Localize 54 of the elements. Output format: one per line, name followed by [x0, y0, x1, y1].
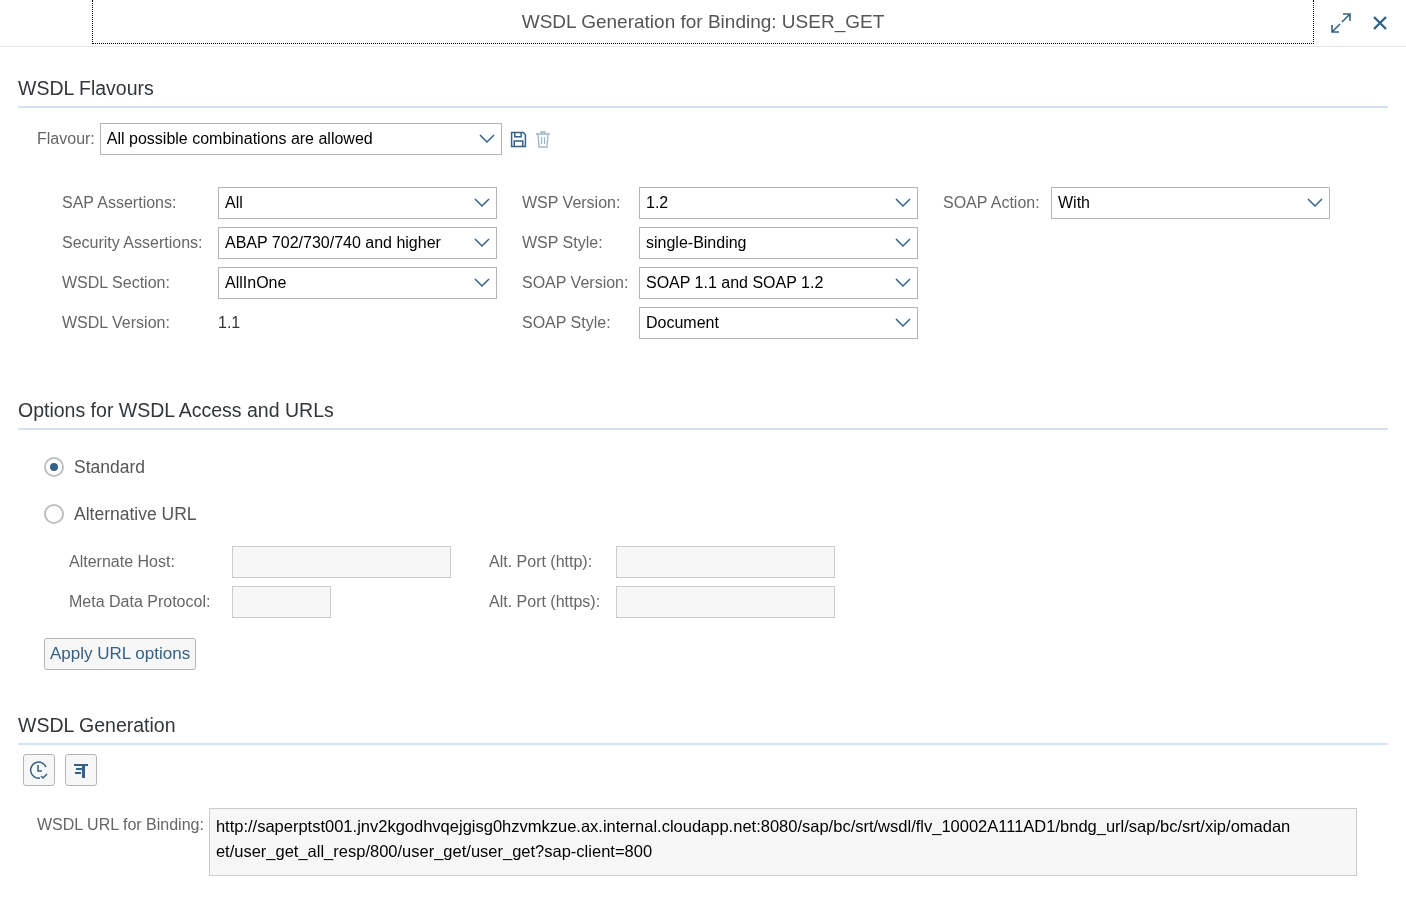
field-label: Alt. Port (https): [489, 593, 602, 611]
dropdown[interactable]: With [1051, 187, 1330, 219]
section-heading: WSDL Generation [18, 714, 177, 737]
field-label: SOAP Action: [943, 194, 1041, 212]
dropdown[interactable]: single-Binding [639, 227, 918, 259]
chevron-down-icon [474, 238, 490, 248]
maximize-icon[interactable] [1330, 12, 1352, 34]
dropdown[interactable]: 1.2 [639, 187, 918, 219]
dropdown[interactable]: SOAP 1.1 and SOAP 1.2 [639, 267, 918, 299]
radio-label[interactable]: Standard [74, 456, 146, 478]
dropdown[interactable]: All [218, 187, 497, 219]
field-value: 1.1 [218, 314, 241, 332]
chevron-down-icon [474, 278, 490, 288]
field-label: Alt. Port (http): [489, 553, 594, 571]
window-title: WSDL Generation for Binding: USER_GET [92, 0, 1314, 44]
field-label: WSP Style: [522, 234, 604, 252]
radio-button[interactable] [44, 457, 64, 477]
chevron-down-icon [895, 238, 911, 248]
radio-button[interactable] [44, 504, 64, 524]
clock-check-button[interactable] [23, 754, 55, 786]
input-field[interactable] [232, 586, 331, 618]
chevron-down-icon [1307, 198, 1323, 208]
dropdown[interactable]: AllInOne [218, 267, 497, 299]
chevron-down-icon [478, 134, 495, 144]
flavour-label: Flavour: [37, 130, 95, 148]
field-label: SAP Assertions: [62, 194, 178, 212]
tool-button[interactable] [65, 754, 97, 786]
chevron-down-icon [895, 278, 911, 288]
apply-url-options-button[interactable]: Apply URL options [44, 638, 197, 670]
section-heading: WSDL Flavours [18, 77, 155, 100]
field-label: Security Assertions: [62, 234, 204, 252]
chevron-down-icon [895, 198, 911, 208]
input-field[interactable] [232, 546, 451, 578]
section-heading: Options for WSDL Access and URLs [18, 399, 335, 422]
close-icon[interactable] [1372, 15, 1388, 31]
field-label: WSDL Section: [62, 274, 171, 292]
field-label: Meta Data Protocol: [69, 593, 212, 611]
input-field[interactable] [616, 546, 835, 578]
field-label: WSP Version: [522, 194, 622, 212]
chevron-down-icon [474, 198, 490, 208]
field-label: SOAP Version: [522, 274, 630, 292]
save-icon[interactable] [509, 130, 527, 148]
input-field[interactable] [616, 586, 835, 618]
field-label: WSDL URL for Binding: [37, 816, 204, 834]
field-label: SOAP Style: [522, 314, 612, 332]
chevron-down-icon [895, 318, 911, 328]
url-text-area[interactable]: http://saperptst001.jnv2kgodhvqejgisg0hzvmkzue.ax.internal.cloudapp.net:8080/sap/bc/srt/wsdl/flv_10002A111AD1/bndg_url/sap/bc/srt/xip/omadanet/user_get_all_resp/800/user_get/user_get?sap-client=800 [208, 808, 1357, 876]
field-label: WSDL Version: [62, 314, 171, 332]
dropdown[interactable]: ABAP 702/730/740 and higher [218, 227, 497, 259]
clock-check-icon [28, 759, 50, 781]
field-label: Alternate Host: [69, 553, 176, 571]
flavour-dropdown[interactable]: All possible combinations are allowed [99, 123, 502, 155]
radio-label[interactable]: Alternative URL [74, 503, 197, 525]
dropdown[interactable]: Document [639, 307, 918, 339]
